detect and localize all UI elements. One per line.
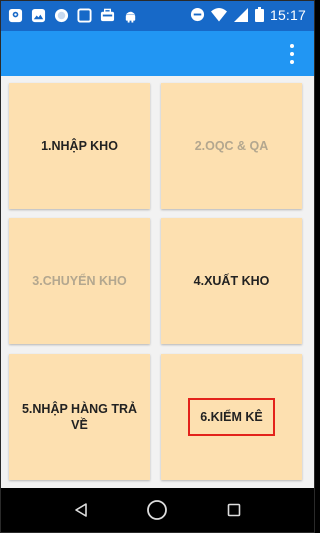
tile-label-highlighted: 6.KIỂM KÊ bbox=[188, 398, 275, 436]
tile-label: 4.XUẤT KHO bbox=[193, 274, 270, 288]
tile-label: 5.NHẬP HÀNG TRẢ VỀ bbox=[21, 402, 138, 432]
tile-label: 1.NHẬP KHO bbox=[41, 139, 118, 153]
tile-kiem-ke[interactable]: 6.KIỂM KÊ bbox=[161, 354, 302, 480]
home-icon[interactable] bbox=[145, 498, 169, 522]
image-icon bbox=[30, 7, 47, 24]
phone-screen: 15:17 1.NHẬP KHO 2.OQC & QA 3.CHUYỂN KHO… bbox=[0, 0, 315, 533]
menu-grid: 1.NHẬP KHO 2.OQC & QA 3.CHUYỂN KHO 4.XUẤ… bbox=[1, 76, 314, 488]
navigation-bar bbox=[1, 488, 314, 532]
briefcase-icon bbox=[99, 7, 116, 24]
wifi-icon bbox=[211, 6, 228, 23]
signal-icon bbox=[233, 6, 250, 23]
do-not-disturb-icon bbox=[189, 6, 206, 23]
tile-chuyen-kho[interactable]: 3.CHUYỂN KHO bbox=[9, 218, 150, 344]
square-icon bbox=[76, 7, 93, 24]
notification-icons bbox=[7, 7, 139, 24]
clock: 15:17 bbox=[269, 6, 306, 23]
tile-label: 2.OQC & QA bbox=[194, 139, 269, 153]
status-bar: 15:17 bbox=[1, 1, 314, 31]
circle-icon bbox=[53, 7, 70, 24]
system-icons: 15:17 bbox=[189, 6, 306, 23]
tile-nhap-kho[interactable]: 1.NHẬP KHO bbox=[9, 83, 150, 209]
tile-xuat-kho[interactable]: 4.XUẤT KHO bbox=[161, 218, 302, 344]
tile-label: 3.CHUYỂN KHO bbox=[32, 274, 127, 288]
tile-nhap-hang-tra-ve[interactable]: 5.NHẬP HÀNG TRẢ VỀ bbox=[9, 354, 150, 480]
battery-icon bbox=[255, 6, 265, 23]
android-icon bbox=[122, 7, 139, 24]
more-vert-icon[interactable] bbox=[284, 42, 300, 66]
location-icon bbox=[7, 7, 24, 24]
tile-oqc-qa[interactable]: 2.OQC & QA bbox=[161, 83, 302, 209]
app-bar bbox=[1, 31, 314, 76]
recents-icon[interactable] bbox=[222, 498, 246, 522]
back-icon[interactable] bbox=[69, 498, 93, 522]
